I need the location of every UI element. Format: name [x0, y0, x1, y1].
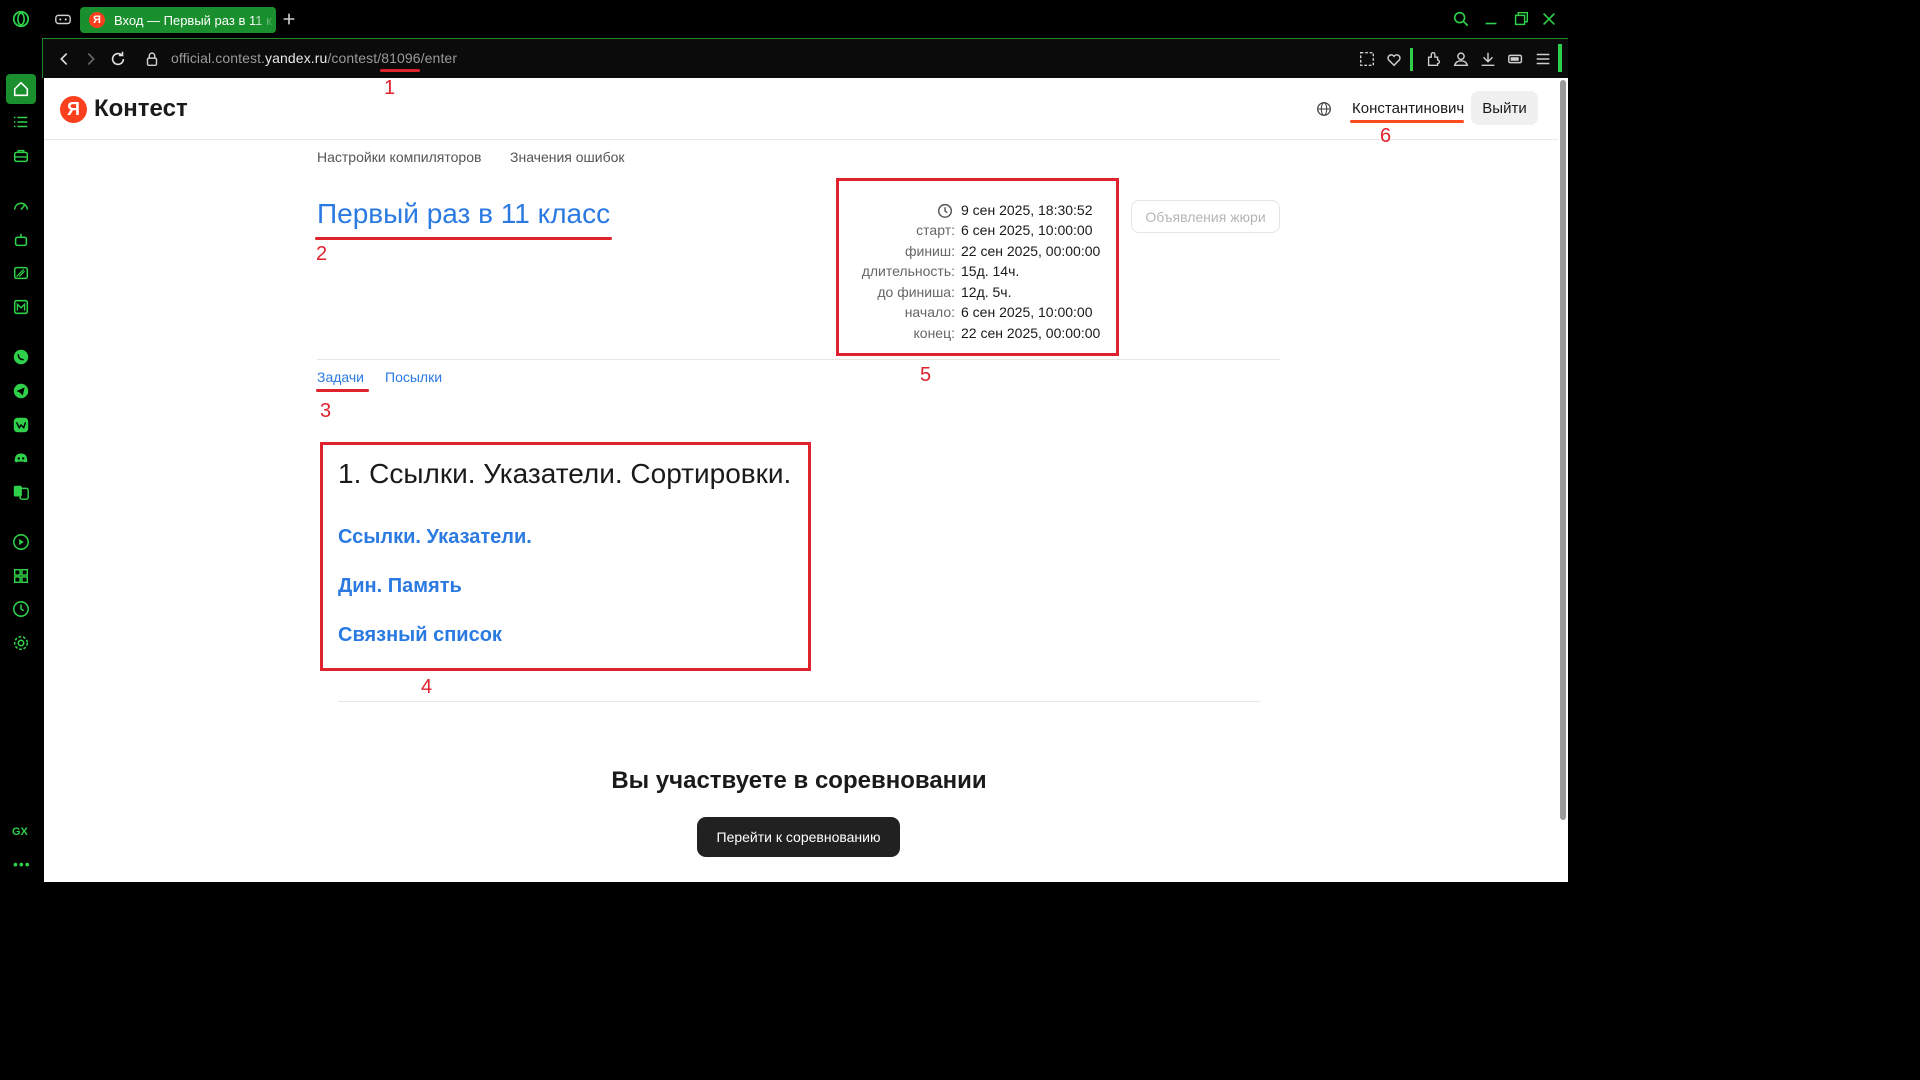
- account-icon[interactable]: [1450, 48, 1472, 70]
- participation-heading: Вы участвуете в соревновании: [611, 767, 987, 794]
- annotation-number-4: 4: [421, 676, 433, 698]
- snapshot-icon[interactable]: [1356, 48, 1378, 70]
- error-values-link[interactable]: Значения ошибок: [510, 149, 625, 165]
- extensions-icon[interactable]: [1423, 48, 1445, 70]
- contest-logo-text[interactable]: Контест: [94, 95, 188, 123]
- annotation-number-3: 3: [320, 400, 332, 422]
- scrollbar-thumb[interactable]: [1560, 80, 1566, 820]
- tab-active[interactable]: Я Вход — Первый раз в 11 к: [80, 7, 276, 33]
- browser-tab-bar: Я Вход — Первый раз в 11 к: [0, 0, 1568, 38]
- annotation-underline-6: [1350, 120, 1464, 123]
- lock-icon[interactable]: [141, 48, 163, 70]
- annotation-number-2: 2: [316, 243, 328, 265]
- site-header: Я Контест Константинович Выйти: [44, 78, 1558, 140]
- stripes-icon[interactable]: [10, 262, 32, 284]
- annotation-number-5: 5: [920, 364, 932, 386]
- new-tab-icon[interactable]: [278, 8, 300, 30]
- compiler-settings-link[interactable]: Настройки компиляторов: [317, 149, 481, 165]
- history-clock-icon[interactable]: [10, 598, 32, 620]
- speedometer-icon[interactable]: [10, 195, 32, 217]
- gx-corner-label[interactable]: GX: [12, 826, 28, 838]
- discord-icon[interactable]: [10, 447, 32, 469]
- annotation-box-4: [320, 442, 811, 671]
- contest-title[interactable]: Первый раз в 11 класс: [317, 198, 610, 230]
- vk-icon[interactable]: [10, 414, 32, 436]
- more-dots-icon[interactable]: •••: [13, 856, 31, 872]
- browser-sidebar: GX •••: [0, 38, 42, 882]
- yandex-logo-icon[interactable]: Я: [60, 96, 87, 123]
- annotation-box-5: [836, 178, 1119, 356]
- download-icon[interactable]: [1477, 48, 1499, 70]
- annotation-underline-2: [315, 237, 612, 240]
- briefcase-icon[interactable]: [10, 145, 32, 167]
- minimize-icon[interactable]: [1480, 8, 1502, 30]
- restore-icon[interactable]: [1510, 8, 1532, 30]
- go-to-contest-button[interactable]: Перейти к соревнованию: [697, 817, 900, 857]
- mail-m-icon[interactable]: [10, 296, 32, 318]
- back-arrow-icon[interactable]: [53, 48, 75, 70]
- gamepad-icon[interactable]: [52, 8, 74, 30]
- annotation-underline-1: [380, 69, 420, 72]
- telegram-icon[interactable]: [10, 380, 32, 402]
- settings-gear-icon[interactable]: [10, 632, 32, 654]
- easy-setup-icon[interactable]: [1532, 48, 1554, 70]
- divider-top: [317, 359, 1280, 360]
- forward-arrow-icon[interactable]: [80, 48, 102, 70]
- jury-announcements-button[interactable]: Объявления жюри: [1131, 200, 1280, 233]
- logout-button[interactable]: Выйти: [1471, 91, 1538, 125]
- list-icon[interactable]: [10, 111, 32, 133]
- play-icon[interactable]: [10, 531, 32, 553]
- user-name[interactable]: Константинович: [1352, 100, 1464, 117]
- tab-submissions[interactable]: Посылки: [385, 369, 442, 385]
- page-scrollbar[interactable]: [1558, 78, 1568, 882]
- tab-title: Вход — Первый раз в 11 к: [114, 12, 272, 28]
- tab-problems[interactable]: Задачи: [317, 369, 364, 385]
- translate-icon[interactable]: [10, 481, 32, 503]
- robot-icon[interactable]: [10, 229, 32, 251]
- annotation-underline-3: [316, 389, 369, 392]
- reload-icon[interactable]: [107, 48, 129, 70]
- home-icon[interactable]: [10, 78, 32, 100]
- opera-gx-logo-icon[interactable]: [10, 8, 32, 30]
- address-bar-url[interactable]: official.contest.yandex.ru/contest/81096…: [171, 50, 457, 66]
- annotation-number-6: 6: [1380, 125, 1392, 147]
- bookmark-heart-icon[interactable]: [1383, 48, 1405, 70]
- whatsapp-icon[interactable]: [10, 346, 32, 368]
- search-icon[interactable]: [1450, 8, 1472, 30]
- grid-icon[interactable]: [10, 565, 32, 587]
- language-globe-icon[interactable]: [1313, 98, 1335, 120]
- battery-icon[interactable]: [1505, 48, 1527, 70]
- divider-bottom: [338, 701, 1260, 702]
- close-icon[interactable]: [1538, 8, 1560, 30]
- annotation-number-1: 1: [384, 77, 396, 99]
- yandex-favicon-icon: Я: [89, 12, 105, 28]
